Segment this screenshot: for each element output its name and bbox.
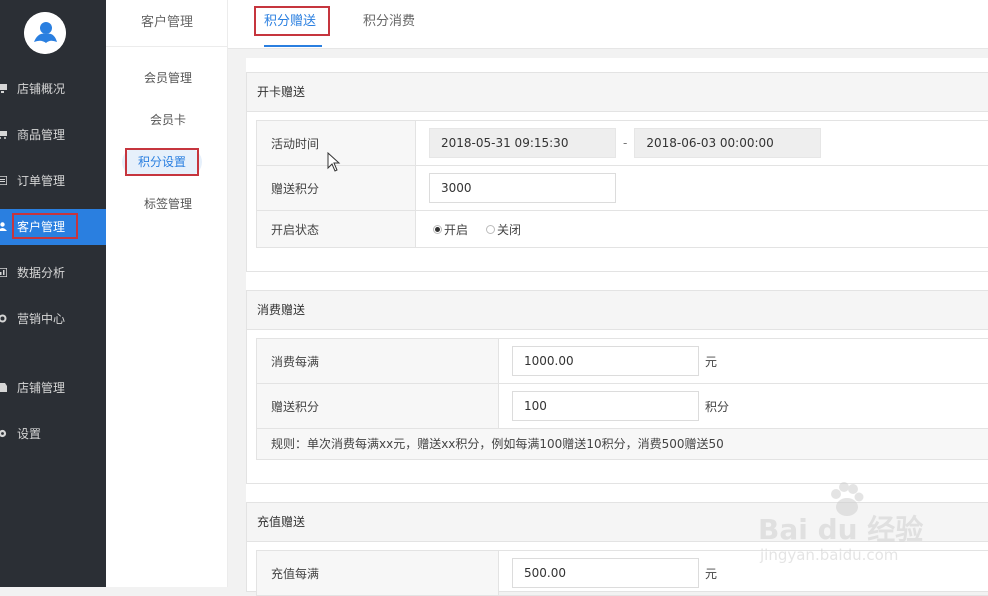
sidebar-item-store-overview[interactable]: 店铺概况 bbox=[0, 71, 106, 107]
consume-points-input[interactable]: 100 bbox=[512, 391, 699, 421]
subnav-title: 客户管理 bbox=[106, 0, 228, 47]
unit-label: 积分 bbox=[705, 399, 730, 414]
sidebar-item-products[interactable]: 商品管理 bbox=[0, 117, 106, 153]
tab-points-consume[interactable]: 积分消费 bbox=[363, 0, 415, 48]
panel-title: 开卡赠送 bbox=[247, 73, 988, 112]
sidebar-item-label: 店铺概况 bbox=[17, 82, 66, 96]
field-label: 开启状态 bbox=[257, 211, 416, 247]
subnav-item-points-settings[interactable]: 积分设置 bbox=[122, 148, 202, 176]
cart-icon bbox=[0, 131, 7, 139]
sidebar-item-label: 设置 bbox=[17, 427, 42, 441]
tab-label: 积分消费 bbox=[363, 14, 416, 29]
sidebar-item-label: 营销中心 bbox=[17, 312, 66, 326]
status-off-radio[interactable]: 关闭 bbox=[486, 221, 521, 238]
radio-label: 关闭 bbox=[497, 222, 522, 237]
consume-every-row: 消费每满 1000.00 元 bbox=[257, 339, 988, 384]
tab-points-gift[interactable]: 积分赠送 bbox=[254, 0, 330, 48]
start-time-input[interactable]: 2018-05-31 09:15:30 bbox=[429, 128, 616, 158]
highlight-box bbox=[12, 213, 78, 239]
activity-time-row: 活动时间 2018-05-31 09:15:30 - 2018-06-03 00… bbox=[257, 121, 988, 166]
sidebar-item-label: 店铺管理 bbox=[17, 381, 66, 395]
gift-points-input[interactable]: 3000 bbox=[429, 173, 616, 203]
chart-icon bbox=[0, 268, 7, 277]
consume-every-input[interactable]: 1000.00 bbox=[512, 346, 699, 376]
sidebar-item-label: 订单管理 bbox=[17, 174, 66, 188]
sidebar-item-settings[interactable]: 设置 bbox=[0, 416, 106, 452]
open-card-panel: 开卡赠送 活动时间 2018-05-31 09:15:30 - 2018-06-… bbox=[246, 72, 988, 272]
sidebar-item-customers[interactable]: 客户管理 bbox=[0, 209, 106, 245]
recharge-every-input[interactable]: 500.00 bbox=[512, 558, 699, 588]
range-separator: - bbox=[623, 136, 628, 150]
unit-label: 元 bbox=[705, 566, 718, 581]
store-icon bbox=[0, 383, 7, 392]
panel-title: 消费赠送 bbox=[247, 291, 988, 330]
sidebar-item-marketing[interactable]: 营销中心 bbox=[0, 301, 106, 337]
main-sidebar: 店铺概况 商品管理 订单管理 客户管理 数据分析 营销中心 店铺管理 设置 bbox=[0, 0, 106, 587]
sidebar-item-analytics[interactable]: 数据分析 bbox=[0, 255, 106, 291]
subnav-item-tags[interactable]: 标签管理 bbox=[120, 190, 216, 218]
consume-gift-form: 消费每满 1000.00 元 赠送积分 100 积分 规则：单次消费每满xx元，… bbox=[256, 338, 988, 460]
sidebar-item-label: 商品管理 bbox=[17, 128, 66, 142]
consume-gift-panel: 消费赠送 消费每满 1000.00 元 赠送积分 100 积分 规则：单次消费每… bbox=[246, 290, 988, 484]
sub-navigation: 客户管理 会员管理 会员卡 积分设置 标签管理 bbox=[106, 0, 228, 587]
end-time-input[interactable]: 2018-06-03 00:00:00 bbox=[634, 128, 822, 158]
sidebar-item-store-management[interactable]: 店铺管理 bbox=[0, 370, 106, 406]
watermark-url: jingyan.baidu.com bbox=[760, 546, 899, 564]
store-avatar[interactable] bbox=[24, 12, 66, 54]
field-label: 赠送积分 bbox=[257, 384, 499, 428]
unit-label: 元 bbox=[705, 354, 718, 369]
person-icon bbox=[0, 222, 7, 231]
rule-text: 规则：单次消费每满xx元，赠送xx积分，例如每满100赠送10积分，消费500赠… bbox=[257, 429, 988, 459]
radio-unchecked-icon bbox=[486, 224, 496, 234]
highlight-box bbox=[254, 6, 330, 36]
open-card-form: 活动时间 2018-05-31 09:15:30 - 2018-06-03 00… bbox=[256, 120, 988, 248]
status-on-radio[interactable]: 开启 bbox=[433, 221, 468, 238]
field-label: 充值每满 bbox=[257, 551, 499, 595]
radio-checked-icon bbox=[433, 224, 442, 234]
mouse-cursor-icon bbox=[327, 152, 341, 172]
gift-points-row: 赠送积分 3000 bbox=[257, 166, 988, 211]
monitor-icon bbox=[0, 84, 7, 93]
consume-points-row: 赠送积分 100 积分 bbox=[257, 384, 988, 429]
list-icon bbox=[0, 176, 7, 185]
subnav-item-member-card[interactable]: 会员卡 bbox=[120, 106, 216, 134]
field-label: 赠送积分 bbox=[257, 166, 416, 210]
sidebar-item-orders[interactable]: 订单管理 bbox=[0, 163, 106, 199]
tab-bar: 积分赠送 积分消费 bbox=[228, 0, 988, 49]
status-row: 开启状态 开启 关闭 bbox=[257, 211, 988, 247]
sidebar-item-label: 数据分析 bbox=[17, 266, 66, 280]
baidu-watermark: Bai du 经验 jingyan.baidu.com bbox=[756, 480, 976, 580]
radio-label: 开启 bbox=[444, 222, 469, 237]
target-icon bbox=[0, 314, 7, 323]
subnav-item-members[interactable]: 会员管理 bbox=[120, 64, 216, 92]
field-label: 消费每满 bbox=[257, 339, 499, 383]
watermark-brand: Bai du 经验 bbox=[758, 513, 924, 546]
user-avatar-icon bbox=[24, 12, 66, 54]
active-tab-underline bbox=[264, 45, 322, 47]
highlight-box bbox=[125, 148, 199, 176]
gear-icon bbox=[0, 429, 7, 438]
